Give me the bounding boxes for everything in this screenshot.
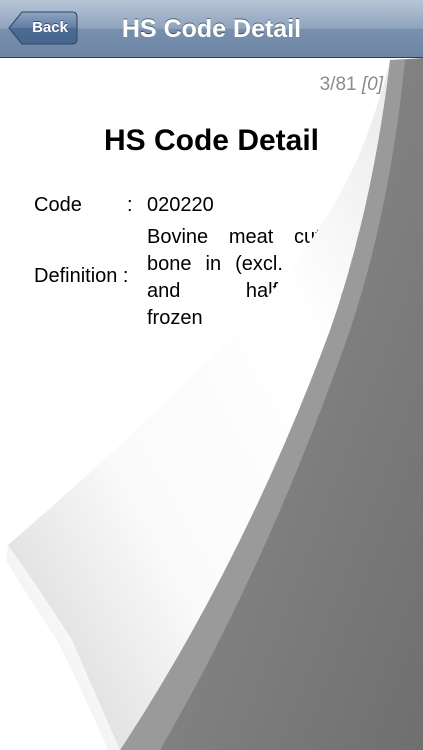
back-button-label: Back (32, 19, 68, 36)
definition-label: Definition : (34, 265, 129, 287)
document-page[interactable]: 3/81 [0] HS Code Detail Code : 020220 De… (0, 58, 423, 750)
navigation-bar: Back HS Code Detail (0, 0, 423, 58)
page-position: 3/81 (319, 74, 357, 95)
page-bracket-value: [0] (361, 74, 383, 95)
code-colon: : (127, 194, 133, 216)
back-button[interactable]: Back (8, 11, 78, 45)
content-title: HS Code Detail (103, 124, 320, 157)
code-value: 020220 (147, 194, 214, 216)
page-counter: 3/81 [0] (320, 74, 383, 96)
nav-title: HS Code Detail (121, 15, 302, 43)
definition-value: Bovine meat cuts with bone in (excl. car… (147, 226, 387, 329)
code-label: Code (34, 194, 82, 216)
screen: Back HS Code Detail 3/81 [0] HS Code Det… (0, 0, 423, 750)
